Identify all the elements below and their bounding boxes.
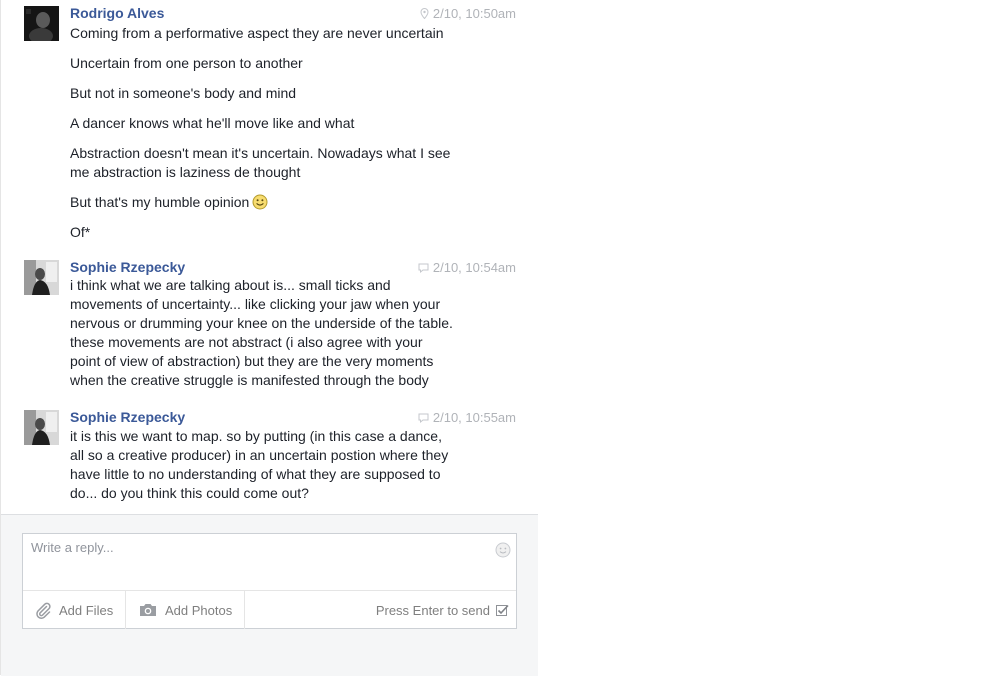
message-list: Rodrigo Alves 2/10, 10:50am Coming from … bbox=[1, 0, 538, 514]
chat-bubble-icon bbox=[418, 413, 429, 423]
press-enter-label: Press Enter to send bbox=[375, 602, 490, 618]
message-text: A dancer knows what he'll move like and … bbox=[70, 115, 355, 131]
avatar[interactable] bbox=[24, 6, 59, 41]
message-text: Coming from a performative aspect they a… bbox=[70, 25, 444, 41]
message-text-with-emoji: But that's my humble opinion bbox=[70, 193, 470, 215]
message-text: But that's my humble opinion bbox=[70, 194, 250, 210]
message-timestamp: 2/10, 10:55am bbox=[418, 410, 516, 425]
smiley-emoji-icon bbox=[252, 194, 268, 215]
message-text: me abstraction is laziness de thought bbox=[70, 164, 301, 180]
message-timestamp: 2/10, 10:54am bbox=[418, 260, 516, 275]
message-text: Of* bbox=[70, 224, 91, 240]
message-text: But not in someone's body and mind bbox=[70, 85, 297, 101]
camera-icon bbox=[140, 604, 156, 616]
timestamp-text: 2/10, 10:50am bbox=[432, 6, 516, 21]
add-photos-label: Add Photos bbox=[165, 602, 233, 618]
paperclip-icon bbox=[36, 602, 51, 619]
chat-bubble-icon bbox=[418, 263, 429, 273]
timestamp-text: 2/10, 10:54am bbox=[432, 260, 516, 275]
reply-composer-area: Add Files Add Photos Press Enter to send bbox=[1, 514, 538, 676]
avatar[interactable] bbox=[24, 260, 59, 295]
emoji-picker-icon[interactable] bbox=[495, 542, 511, 558]
message-text: do... do you think this could come out? bbox=[70, 485, 309, 501]
message-text: these movements are not abstract (i also… bbox=[70, 334, 423, 350]
message-text: when the creative struggle is manifested… bbox=[70, 372, 429, 388]
message-text: have little to no understanding of what … bbox=[70, 466, 441, 482]
sender-name[interactable]: Sophie Rzepecky bbox=[70, 409, 185, 425]
sender-name[interactable]: Sophie Rzepecky bbox=[70, 259, 185, 275]
message-text: point of view of abstraction) but they a… bbox=[70, 353, 434, 369]
message-text: Uncertain from one person to another bbox=[70, 55, 303, 71]
checkbox-checked-icon bbox=[496, 604, 509, 616]
message-text: nervous or drumming your knee on the und… bbox=[70, 315, 453, 331]
press-enter-checkbox[interactable] bbox=[496, 604, 509, 617]
add-photos-button[interactable]: Add Photos bbox=[127, 591, 245, 629]
message-timestamp: 2/10, 10:50am bbox=[420, 6, 516, 21]
reply-input[interactable] bbox=[29, 538, 493, 588]
message-thread: Rodrigo Alves 2/10, 10:50am Coming from … bbox=[0, 0, 538, 676]
timestamp-text: 2/10, 10:55am bbox=[432, 410, 516, 425]
message-text: all so a creative producer) in an uncert… bbox=[70, 447, 449, 463]
message-text: it is this we want to map. so by putting… bbox=[70, 428, 442, 444]
press-enter-to-send: Press Enter to send bbox=[376, 591, 509, 629]
location-pin-icon bbox=[420, 8, 429, 19]
composer-toolbar: Add Files Add Photos Press Enter to send bbox=[23, 590, 516, 629]
message-text: movements of uncertainty... like clickin… bbox=[70, 296, 441, 312]
sender-name[interactable]: Rodrigo Alves bbox=[70, 5, 164, 21]
message-text: i think what we are talking about is... … bbox=[70, 277, 391, 293]
message-text: Abstraction doesn't mean it's uncertain.… bbox=[70, 145, 451, 161]
add-files-button[interactable]: Add Files bbox=[23, 591, 126, 629]
reply-composer: Add Files Add Photos Press Enter to send bbox=[22, 533, 517, 629]
avatar[interactable] bbox=[24, 410, 59, 445]
add-files-label: Add Files bbox=[59, 602, 114, 618]
